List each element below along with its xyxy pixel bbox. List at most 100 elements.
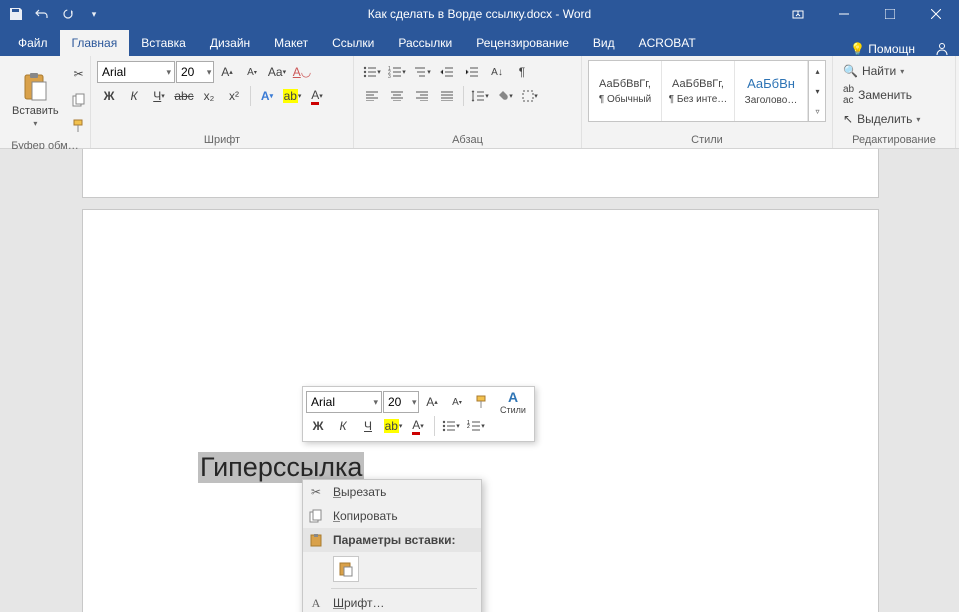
shrink-font-icon[interactable]: A▾ xyxy=(240,60,264,84)
format-painter-icon[interactable] xyxy=(67,114,91,138)
mini-styles-button[interactable]: AСтили xyxy=(495,390,531,414)
quick-access-toolbar: ▾ xyxy=(0,2,110,26)
cut-icon[interactable]: ✂ xyxy=(67,62,91,86)
styles-more-icon[interactable]: ▿ xyxy=(809,101,826,121)
mini-shrink-icon[interactable]: A▾ xyxy=(445,390,469,414)
increase-indent-icon[interactable] xyxy=(460,60,484,84)
styles-gallery[interactable]: АаБбВвГг,¶ Обычный АаБбВвГг,¶ Без инте… … xyxy=(588,60,826,122)
superscript-button[interactable]: x² xyxy=(222,84,246,108)
style-normal[interactable]: АаБбВвГг,¶ Обычный xyxy=(589,61,662,121)
scissors-icon: ✂ xyxy=(307,483,325,501)
clear-format-icon[interactable]: A◡ xyxy=(290,60,314,84)
mini-fontcolor-icon[interactable]: A▾ xyxy=(406,414,430,438)
borders-icon[interactable]: ▾ xyxy=(518,84,542,108)
strike-button[interactable]: abc xyxy=(172,84,196,108)
group-label-styles: Стили xyxy=(588,132,826,146)
group-label-paragraph: Абзац xyxy=(360,132,575,146)
styles-up-icon[interactable]: ▴ xyxy=(809,61,826,81)
mini-size-combo[interactable]: ▾ xyxy=(383,391,419,413)
sort-icon[interactable]: A↓ xyxy=(485,60,509,84)
font-color-icon[interactable]: A▾ xyxy=(305,84,329,108)
group-paragraph: ▾ 123▾ ▾ A↓ ¶ ▾ ▾ ▾ Абзац xyxy=(354,56,582,148)
group-styles: АаБбВвГг,¶ Обычный АаБбВвГг,¶ Без инте… … xyxy=(582,56,833,148)
copy-icon[interactable] xyxy=(67,88,91,112)
share-icon[interactable] xyxy=(935,42,949,56)
style-heading1[interactable]: АаБбВнЗаголово… xyxy=(735,61,808,121)
mini-bullets-icon[interactable]: ▾ xyxy=(439,414,463,438)
mini-grow-icon[interactable]: A▴ xyxy=(420,390,444,414)
subscript-button[interactable]: x₂ xyxy=(197,84,221,108)
ctx-copy[interactable]: Копировать xyxy=(303,504,481,528)
mini-numbering-icon[interactable]: 12▾ xyxy=(464,414,488,438)
ribbon: Вставить ▾ ✂ Буфер обм… ▾ ▾ A▴ A▾ Aa▾ A◡… xyxy=(0,56,959,149)
mini-highlight-icon[interactable]: ab▾ xyxy=(381,414,405,438)
paste-button[interactable]: Вставить ▾ xyxy=(6,60,65,138)
tab-file[interactable]: Файл xyxy=(6,30,60,56)
style-nospacing[interactable]: АаБбВвГг,¶ Без инте… xyxy=(662,61,735,121)
grow-font-icon[interactable]: A▴ xyxy=(215,60,239,84)
tab-layout[interactable]: Макет xyxy=(262,30,320,56)
tab-review[interactable]: Рецензирование xyxy=(464,30,581,56)
underline-button[interactable]: Ч▾ xyxy=(147,84,171,108)
tab-acrobat[interactable]: ACROBAT xyxy=(627,30,708,56)
paste-keep-source-icon[interactable] xyxy=(333,556,359,582)
bullets-icon[interactable]: ▾ xyxy=(360,60,384,84)
svg-text:2: 2 xyxy=(467,424,470,430)
font-icon: A xyxy=(307,594,325,612)
mini-painter-icon[interactable] xyxy=(470,390,494,414)
align-right-icon[interactable] xyxy=(410,84,434,108)
select-button[interactable]: ↖Выделить▾ xyxy=(839,110,949,128)
ctx-font[interactable]: AШрифт… xyxy=(303,591,481,612)
tab-references[interactable]: Ссылки xyxy=(320,30,386,56)
align-center-icon[interactable] xyxy=(385,84,409,108)
tab-design[interactable]: Дизайн xyxy=(198,30,262,56)
tab-mailings[interactable]: Рассылки xyxy=(386,30,464,56)
shading-icon[interactable]: ▾ xyxy=(493,84,517,108)
mini-underline[interactable]: Ч xyxy=(356,414,380,438)
tell-me[interactable]: 💡 Помощн xyxy=(850,42,915,56)
copy-icon xyxy=(307,507,325,525)
minimize-icon[interactable] xyxy=(821,0,867,28)
save-icon[interactable] xyxy=(4,2,28,26)
styles-down-icon[interactable]: ▾ xyxy=(809,81,826,101)
italic-button[interactable]: К xyxy=(122,84,146,108)
close-icon[interactable] xyxy=(913,0,959,28)
align-left-icon[interactable] xyxy=(360,84,384,108)
highlight-icon[interactable]: ab▾ xyxy=(280,84,304,108)
mini-font-combo[interactable]: ▾ xyxy=(306,391,382,413)
ctx-paste-header: Параметры вставки: xyxy=(303,528,481,552)
clipboard-icon xyxy=(307,531,325,549)
search-icon: 🔍 xyxy=(843,64,858,78)
cursor-icon: ↖ xyxy=(843,112,853,126)
ribbon-options-icon[interactable] xyxy=(775,0,821,28)
line-spacing-icon[interactable]: ▾ xyxy=(468,84,492,108)
redo-icon[interactable] xyxy=(56,2,80,26)
mini-toolbar: ▾ ▾ A▴ A▾ AСтили Ж К Ч ab▾ A▾ ▾ 12▾ xyxy=(302,386,535,442)
font-name-combo[interactable]: ▾ xyxy=(97,61,175,83)
text-effects-icon[interactable]: A▾ xyxy=(255,84,279,108)
page-previous xyxy=(82,149,879,198)
paste-icon xyxy=(19,71,51,103)
group-clipboard: Вставить ▾ ✂ Буфер обм… xyxy=(0,56,91,148)
tab-home[interactable]: Главная xyxy=(60,30,130,56)
numbering-icon[interactable]: 123▾ xyxy=(385,60,409,84)
replace-button[interactable]: abacЗаменить xyxy=(839,82,949,108)
mini-bold[interactable]: Ж xyxy=(306,414,330,438)
decrease-indent-icon[interactable] xyxy=(435,60,459,84)
justify-icon[interactable] xyxy=(435,84,459,108)
group-editing: 🔍Найти▾ abacЗаменить ↖Выделить▾ Редактир… xyxy=(833,56,956,148)
change-case-icon[interactable]: Aa▾ xyxy=(265,60,289,84)
undo-icon[interactable] xyxy=(30,2,54,26)
qat-customize-icon[interactable]: ▾ xyxy=(82,2,106,26)
mini-italic[interactable]: К xyxy=(331,414,355,438)
show-marks-icon[interactable]: ¶ xyxy=(510,60,534,84)
tab-insert[interactable]: Вставка xyxy=(129,30,198,56)
ctx-cut[interactable]: ✂Вырезать xyxy=(303,480,481,504)
bold-button[interactable]: Ж xyxy=(97,84,121,108)
find-button[interactable]: 🔍Найти▾ xyxy=(839,62,949,80)
font-size-combo[interactable]: ▾ xyxy=(176,61,214,83)
tab-view[interactable]: Вид xyxy=(581,30,627,56)
multilevel-icon[interactable]: ▾ xyxy=(410,60,434,84)
context-menu: ✂Вырезать Копировать Параметры вставки: … xyxy=(302,479,482,612)
maximize-icon[interactable] xyxy=(867,0,913,28)
